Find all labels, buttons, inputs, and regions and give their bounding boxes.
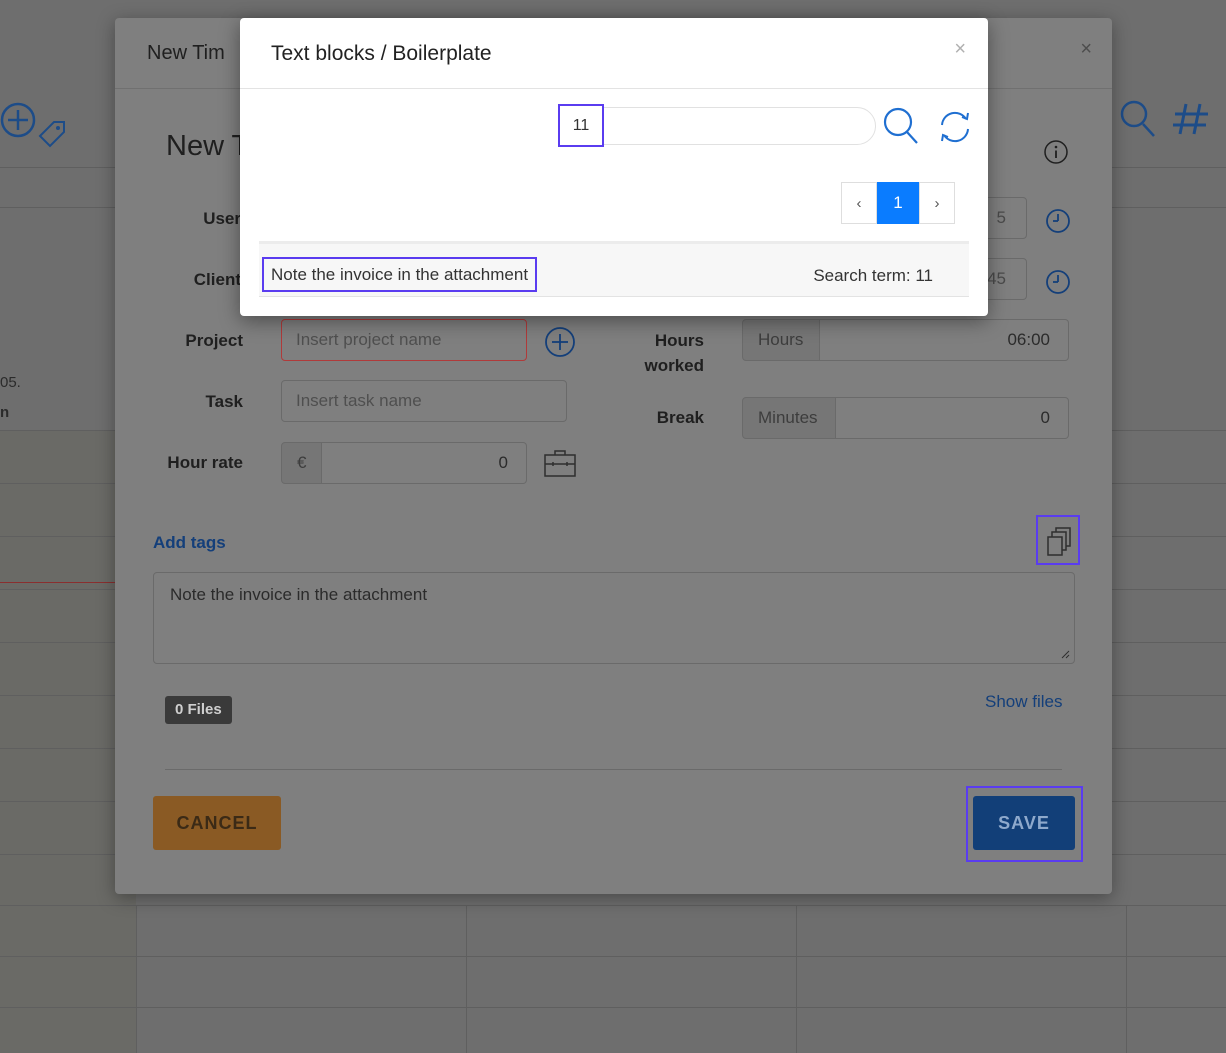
modal-title: New Tim	[147, 42, 225, 64]
clock-icon[interactable]	[1045, 208, 1071, 234]
pagination-next[interactable]: ›	[919, 182, 955, 224]
description-text: Note the invoice in the attachment	[170, 585, 428, 604]
minutes-addon: Minutes	[742, 397, 836, 439]
text-block-result-row[interactable]: Note the invoice in the attachment Searc…	[259, 244, 969, 297]
hour-rate-label: Hour rate	[167, 453, 243, 472]
resize-handle-icon[interactable]	[1060, 649, 1070, 659]
cancel-button[interactable]: CANCEL	[153, 796, 281, 850]
pagination-page[interactable]: 1	[877, 182, 919, 224]
result-text[interactable]: Note the invoice in the attachment	[262, 257, 538, 292]
page-heading: New T	[166, 130, 250, 162]
hash-icon[interactable]	[1172, 100, 1212, 140]
footer-divider	[165, 769, 1062, 770]
hours-addon: Hours	[742, 319, 820, 361]
description-textarea[interactable]: Note the invoice in the attachment	[153, 572, 1075, 664]
bg-date-fragment: 05.	[0, 374, 21, 391]
refresh-icon[interactable]	[936, 109, 974, 145]
briefcase-icon[interactable]	[543, 448, 577, 478]
hour-rate-input[interactable]: 0	[322, 442, 527, 484]
break-label: Break	[656, 408, 704, 427]
hours-worked-label-line1: Hours	[654, 331, 704, 350]
copy-icon	[1047, 527, 1071, 556]
bg-current-time-line	[0, 582, 118, 583]
search-value[interactable]: 11	[558, 104, 604, 147]
add-tag-icon[interactable]	[0, 98, 70, 148]
info-icon[interactable]	[1044, 140, 1068, 164]
pagination-prev[interactable]: ‹	[841, 182, 877, 224]
files-count-badge: 0 Files	[165, 696, 232, 724]
project-input[interactable]	[281, 319, 527, 361]
search-icon[interactable]	[1118, 98, 1158, 142]
bg-row-divider	[0, 905, 1226, 906]
pagination: ‹ 1 ›	[841, 182, 955, 224]
client-label: Client	[193, 270, 241, 289]
bg-row-divider	[0, 956, 1226, 957]
currency-addon: €	[281, 442, 322, 484]
show-files-link[interactable]: Show files	[985, 692, 1062, 712]
bg-col-divider	[136, 905, 137, 1053]
save-button[interactable]: SAVE	[973, 796, 1075, 850]
text-blocks-dialog: Text blocks / Boilerplate × 11 ‹ 1 › Not…	[240, 18, 988, 316]
task-input[interactable]	[281, 380, 567, 422]
bg-col-divider	[466, 905, 467, 1053]
hours-worked-input[interactable]: 06:00	[820, 319, 1069, 361]
text-block-search-input[interactable]	[558, 107, 876, 145]
add-tags-link[interactable]: Add tags	[153, 533, 226, 553]
modal-close-button[interactable]: ×	[1080, 38, 1092, 61]
bg-col-divider	[796, 905, 797, 1053]
add-project-icon[interactable]	[544, 326, 576, 358]
search-icon[interactable]	[882, 106, 920, 146]
task-label: Task	[205, 392, 244, 411]
bg-bold-fragment: n	[0, 404, 10, 421]
dialog-title: Text blocks / Boilerplate	[271, 42, 492, 65]
text-blocks-button[interactable]	[1036, 515, 1080, 565]
dialog-close-button[interactable]: ×	[954, 38, 966, 61]
bg-col-divider	[1126, 905, 1127, 1053]
dialog-header: Text blocks / Boilerplate ×	[240, 18, 988, 89]
project-label: Project	[185, 331, 243, 350]
user-label: User	[203, 209, 241, 228]
bg-row-divider	[0, 1007, 1226, 1008]
clock-icon[interactable]	[1045, 269, 1071, 295]
result-search-term: Search term: 11	[813, 266, 933, 285]
break-input[interactable]: 0	[836, 397, 1069, 439]
hours-worked-label-line2: worked	[644, 356, 704, 375]
